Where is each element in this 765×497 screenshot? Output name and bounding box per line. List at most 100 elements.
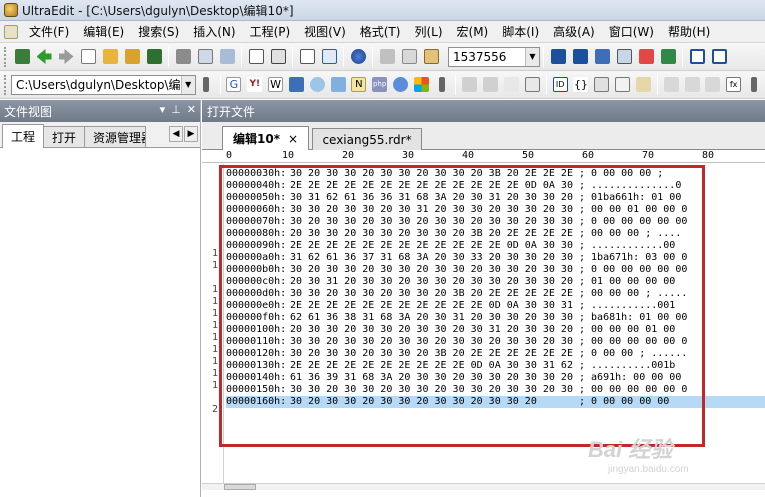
lightbulb-icon[interactable]	[308, 75, 327, 95]
close-icon[interactable]: ×	[288, 132, 298, 146]
menu-format[interactable]: 格式(T)	[353, 22, 408, 42]
toolbar-grip[interactable]	[4, 74, 7, 95]
chevron-left-icon[interactable]: ◀	[169, 126, 183, 142]
menu-view[interactable]: 视图(V)	[297, 22, 353, 42]
hex-line[interactable]: 00000060h: 30 30 20 30 30 20 30 31 20 30 …	[226, 204, 687, 216]
menu-column[interactable]: 列(L)	[407, 22, 449, 42]
hex-line[interactable]: 00000030h: 30 20 30 30 20 30 30 20 30 30 …	[226, 168, 663, 180]
hex-line[interactable]: 00000090h: 2E 2E 2E 2E 2E 2E 2E 2E 2E 2E …	[226, 240, 675, 252]
php-icon[interactable]: php	[370, 75, 389, 95]
menu-macro[interactable]: 宏(M)	[450, 22, 496, 42]
goto-icon[interactable]	[658, 47, 678, 67]
comment-icon[interactable]	[502, 75, 521, 95]
hex-line[interactable]: 00000040h: 2E 2E 2E 2E 2E 2E 2E 2E 2E 2E …	[226, 180, 681, 192]
paste-icon[interactable]	[421, 47, 441, 67]
dictionary-icon[interactable]	[287, 75, 306, 95]
hex-line[interactable]: 000000f0h: 62 61 36 38 31 68 3A 20 30 31 …	[226, 312, 687, 324]
print-preview-icon[interactable]	[195, 47, 215, 67]
hex-line[interactable]: 00000080h: 20 30 30 20 30 30 20 30 30 20 …	[226, 228, 681, 240]
split-window-icon[interactable]	[687, 47, 707, 67]
yahoo-icon[interactable]: Y!	[245, 75, 264, 95]
image-icon[interactable]	[329, 75, 348, 95]
bookmark-icon[interactable]	[592, 75, 611, 95]
wikipedia-icon[interactable]: W	[266, 75, 285, 95]
search-combo[interactable]: 1537556 ▼	[448, 46, 540, 67]
pin-icon[interactable]: ⊥	[171, 103, 181, 116]
toolbar-options-icon[interactable]	[433, 75, 452, 95]
chevron-down-icon[interactable]: ▾	[160, 103, 166, 116]
find-next-icon[interactable]	[570, 47, 590, 67]
browser-globe-icon[interactable]	[348, 47, 368, 67]
hex-line[interactable]: 00000120h: 30 20 30 30 20 30 30 20 3B 20 …	[226, 348, 687, 360]
tag-icon[interactable]	[634, 75, 653, 95]
id-icon[interactable]: ID	[551, 75, 570, 95]
format-icon[interactable]	[703, 75, 722, 95]
close-icon[interactable]: ✕	[187, 103, 196, 116]
word-wrap-icon[interactable]	[319, 47, 339, 67]
cascade-window-icon[interactable]	[709, 47, 729, 67]
hex-line[interactable]: 00000160h: 30 20 30 30 20 30 30 20 30 30 …	[226, 396, 765, 408]
indent-icon[interactable]	[460, 75, 479, 95]
replace-icon[interactable]	[614, 47, 634, 67]
windows-logo-icon[interactable]	[412, 75, 431, 95]
open-folder-icon[interactable]	[100, 47, 120, 67]
toolbar-grip[interactable]	[4, 46, 7, 67]
menu-project[interactable]: 工程(P)	[243, 22, 298, 42]
menu-help[interactable]: 帮助(H)	[661, 22, 717, 42]
outdent-icon[interactable]	[481, 75, 500, 95]
toggle-icon[interactable]	[12, 47, 32, 67]
tab-document-cexiang55[interactable]: cexiang55.rdr*	[312, 128, 422, 150]
compare-icon[interactable]	[662, 75, 681, 95]
menu-advanced[interactable]: 高级(A)	[546, 22, 602, 42]
hex-line[interactable]: 00000150h: 30 30 20 30 30 20 30 30 20 30 …	[226, 384, 687, 396]
sync-icon[interactable]	[391, 75, 410, 95]
brace-match-icon[interactable]: {}	[572, 75, 591, 95]
forward-arrow-icon[interactable]	[56, 47, 76, 67]
hex-line[interactable]: 00000070h: 30 20 30 30 20 30 30 20 30 30 …	[226, 216, 687, 228]
hex-line[interactable]: 00000100h: 20 30 30 20 30 30 20 30 30 20 …	[226, 324, 675, 336]
spell-check-icon[interactable]	[636, 47, 656, 67]
hex-line[interactable]: 000000b0h: 30 20 30 30 20 30 30 20 30 30 …	[226, 264, 687, 276]
column-mode-icon[interactable]	[523, 75, 542, 95]
tab-open[interactable]: 打开	[43, 126, 86, 147]
print-icon[interactable]	[173, 47, 193, 67]
merge-icon[interactable]	[683, 75, 702, 95]
notes-icon[interactable]: N	[349, 75, 368, 95]
scrollbar-thumb[interactable]	[224, 484, 256, 490]
hex-line[interactable]: 000000a0h: 31 62 61 36 37 31 68 3A 20 30 …	[226, 252, 687, 264]
hex-line[interactable]: 00000140h: 61 36 39 31 68 3A 20 30 30 20 …	[226, 372, 681, 384]
google-icon[interactable]: G	[225, 75, 244, 95]
find-icon[interactable]	[548, 47, 568, 67]
chevron-down-icon[interactable]: ▼	[525, 47, 539, 66]
menu-edit[interactable]: 编辑(E)	[76, 22, 131, 42]
cut-icon[interactable]	[377, 47, 397, 67]
tab-document-edit10[interactable]: 编辑10* ×	[222, 126, 310, 150]
path-combo[interactable]: C:\Users\dgulyn\Desktop\编辑 ▼	[10, 74, 196, 95]
open-file-icon[interactable]	[122, 47, 142, 67]
back-arrow-icon[interactable]	[34, 47, 54, 67]
menu-window[interactable]: 窗口(W)	[602, 22, 661, 42]
new-file-icon[interactable]	[78, 47, 98, 67]
hex-line[interactable]: 00000050h: 30 31 62 61 36 36 31 68 3A 20 …	[226, 192, 681, 204]
menu-file[interactable]: 文件(F)	[22, 22, 76, 42]
menu-search[interactable]: 搜索(S)	[131, 22, 186, 42]
line-numbers-icon[interactable]	[297, 47, 317, 67]
toolbar-options-icon[interactable]	[197, 75, 216, 95]
chevron-right-icon[interactable]: ▶	[184, 126, 198, 142]
document-icon[interactable]	[246, 47, 266, 67]
hex-mode-icon[interactable]	[268, 47, 288, 67]
hex-line[interactable]: 000000d0h: 30 30 20 30 30 20 30 30 20 3B …	[226, 288, 687, 300]
save-icon[interactable]	[144, 47, 164, 67]
copy-icon[interactable]	[399, 47, 419, 67]
hex-line[interactable]: 000000e0h: 2E 2E 2E 2E 2E 2E 2E 2E 2E 2E …	[226, 300, 675, 312]
hex-line[interactable]: 000000c0h: 20 30 31 20 30 30 20 30 30 20 …	[226, 276, 675, 288]
document-menu-icon[interactable]	[4, 24, 18, 39]
menu-insert[interactable]: 插入(N)	[186, 22, 242, 42]
tab-project[interactable]: 工程	[2, 124, 45, 148]
hex-line[interactable]: 00000130h: 2E 2E 2E 2E 2E 2E 2E 2E 2E 2E …	[226, 360, 675, 372]
preview-icon[interactable]	[217, 47, 237, 67]
menu-script[interactable]: 脚本(I)	[495, 22, 546, 42]
tab-explorer[interactable]: 资源管理器	[84, 126, 147, 147]
hex-line[interactable]: 00000110h: 30 30 20 30 30 20 30 30 20 30 …	[226, 336, 687, 348]
chevron-down-icon[interactable]: ▼	[180, 75, 195, 94]
